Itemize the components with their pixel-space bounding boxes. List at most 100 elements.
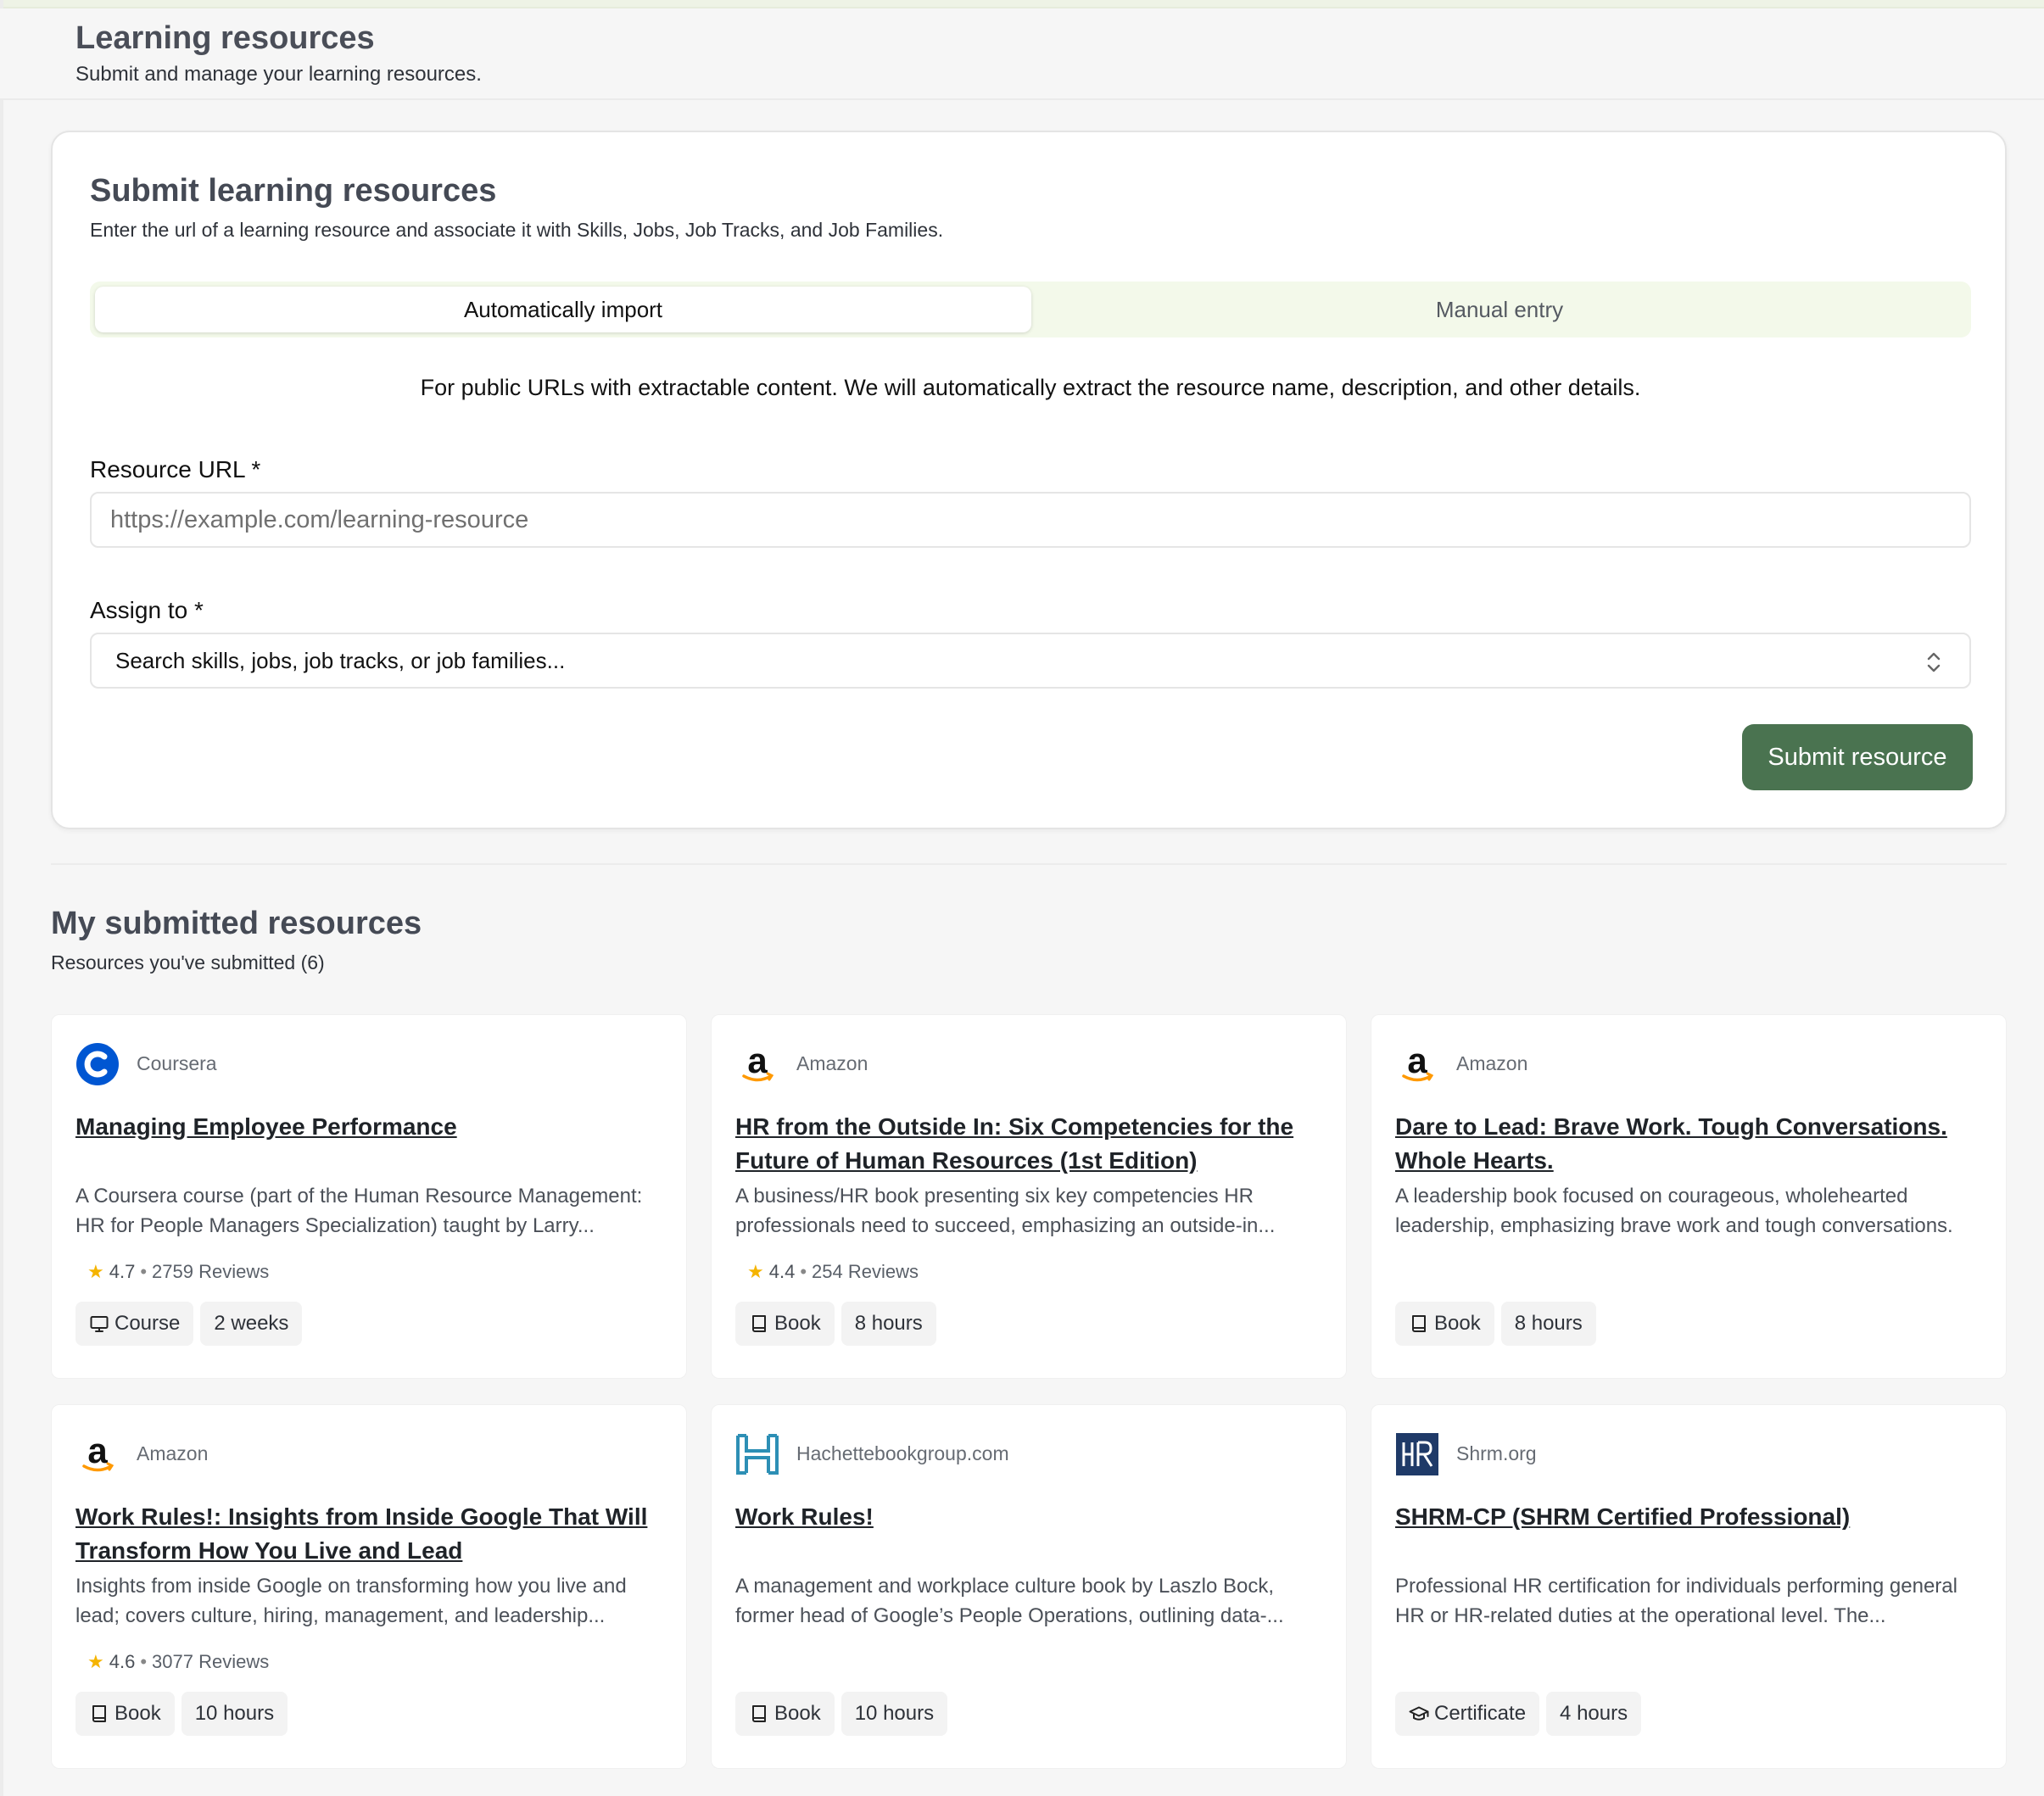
resource-duration-badge: 2 weeks <box>200 1302 303 1346</box>
amazon-logo-icon: a <box>75 1432 120 1476</box>
book-icon <box>92 1705 106 1722</box>
import-note: For public URLs with extractable content… <box>420 375 1641 400</box>
book-icon <box>752 1705 766 1722</box>
resource-type-badge: Book <box>75 1692 175 1736</box>
resource-duration-badge: 10 hours <box>181 1692 288 1736</box>
resource-type-badge: Book <box>735 1692 835 1736</box>
resource-provider: Amazon <box>796 1052 868 1074</box>
resource-title-link[interactable]: Managing Employee Performance <box>75 1110 661 1144</box>
resource-type: Course <box>114 1312 181 1335</box>
resource-duration-badge: 8 hours <box>840 1302 936 1346</box>
assign-to-select[interactable]: Search skills, jobs, job tracks, or job … <box>90 633 1971 689</box>
book-icon <box>1412 1315 1426 1332</box>
resource-description: A leadership book focused on courageous,… <box>1395 1185 1953 1237</box>
resource-type: Certificate <box>1434 1702 1527 1725</box>
resource-provider: Hachettebookgroup.com <box>796 1442 1009 1464</box>
resource-type-badge: Book <box>1395 1302 1494 1346</box>
resource-title-link[interactable]: Work Rules! <box>735 1500 1321 1534</box>
resource-badges: Book 10 hours <box>735 1692 948 1736</box>
shrm-logo-icon <box>1395 1432 1439 1476</box>
resource-card[interactable]: Hachettebookgroup.com Work Rules! A mana… <box>711 1404 1347 1769</box>
page-title: Learning resources <box>75 20 375 56</box>
graduation-cap-icon <box>1409 1706 1429 1721</box>
resource-type: Book <box>774 1702 821 1725</box>
submit-card-title: Submit learning resources <box>90 173 497 209</box>
rating-value: 4.4 <box>768 1261 796 1282</box>
resource-description: A Coursera course (part of the Human Res… <box>75 1185 643 1237</box>
amazon-logo-icon: a <box>1395 1042 1439 1086</box>
resource-description: A management and workplace culture book … <box>735 1575 1284 1627</box>
resource-card[interactable]: Shrm.org SHRM-CP (SHRM Certified Profess… <box>1371 1404 2007 1769</box>
resource-duration-badge: 10 hours <box>840 1692 948 1736</box>
submit-card-description: Enter the url of a learning resource and… <box>90 219 944 241</box>
review-count: 2759 Reviews <box>152 1261 270 1282</box>
resource-type-badge: Certificate <box>1395 1692 1540 1736</box>
resource-badges: Book 8 hours <box>735 1302 936 1346</box>
svg-text:a: a <box>1407 1042 1427 1080</box>
page-subtitle: Submit and manage your learning resource… <box>75 63 482 86</box>
resource-card[interactable]: a Amazon Dare to Lead: Brave Work. Tough… <box>1371 1014 2007 1379</box>
monitor-icon <box>90 1316 109 1332</box>
resource-card[interactable]: a Amazon HR from the Outside In: Six Com… <box>711 1014 1347 1379</box>
tab-manual-entry[interactable]: Manual entry <box>1031 287 1968 332</box>
resource-provider: Shrm.org <box>1456 1442 1537 1464</box>
resource-description: Insights from inside Google on transform… <box>75 1575 627 1627</box>
resource-provider: Amazon <box>1456 1052 1528 1074</box>
entry-mode-tabs: Automatically import Manual entry <box>90 282 1971 337</box>
amazon-logo-icon: a <box>735 1042 779 1086</box>
submit-resource-button[interactable]: Submit resource <box>1742 724 1973 790</box>
svg-text:a: a <box>747 1042 768 1080</box>
resource-rating: ★ 4.4 • 254 Reviews <box>747 1261 919 1283</box>
resource-badges: Book 8 hours <box>1395 1302 1596 1346</box>
separator-dot: • <box>140 1261 148 1282</box>
resource-card[interactable]: a Amazon Work Rules!: Insights from Insi… <box>51 1404 687 1769</box>
coursera-logo-icon <box>75 1042 120 1086</box>
review-count: 254 Reviews <box>812 1261 919 1282</box>
resource-description: A business/HR book presenting six key co… <box>735 1185 1276 1237</box>
left-border <box>0 0 3 1796</box>
resource-type-badge: Course <box>75 1302 194 1346</box>
rating-value: 4.7 <box>109 1261 136 1282</box>
resource-badges: Course 2 weeks <box>75 1302 303 1346</box>
book-icon <box>752 1315 766 1332</box>
section-divider <box>51 863 2007 865</box>
resource-description: Professional HR certification for indivi… <box>1395 1575 1957 1627</box>
resource-type-badge: Book <box>735 1302 835 1346</box>
hachette-logo-icon <box>735 1432 779 1476</box>
resource-card[interactable]: Coursera Managing Employee Performance A… <box>51 1014 687 1379</box>
assign-to-label: Assign to * <box>90 597 204 623</box>
resource-badges: Certificate 4 hours <box>1395 1692 1642 1736</box>
resource-provider: Amazon <box>137 1442 209 1464</box>
resource-title-link[interactable]: SHRM-CP (SHRM Certified Professional) <box>1395 1500 1980 1534</box>
page-header: Learning resources Submit and manage you… <box>0 8 2044 100</box>
resource-rating: ★ 4.6 • 3077 Reviews <box>87 1651 269 1673</box>
separator-dot: • <box>800 1261 807 1282</box>
top-accent-line <box>0 0 2044 8</box>
star-icon: ★ <box>747 1261 764 1282</box>
submit-resources-card: Submit learning resources Enter the url … <box>51 131 2007 829</box>
resource-title-link[interactable]: HR from the Outside In: Six Competencies… <box>735 1110 1321 1178</box>
resource-title-link[interactable]: Work Rules!: Insights from Inside Google… <box>75 1500 661 1568</box>
submitted-resources-title: My submitted resources <box>51 906 422 941</box>
review-count: 3077 Reviews <box>152 1651 270 1672</box>
star-icon: ★ <box>87 1261 104 1282</box>
resource-url-input[interactable] <box>90 492 1971 548</box>
star-icon: ★ <box>87 1651 104 1672</box>
resource-duration-badge: 4 hours <box>1546 1692 1642 1736</box>
resource-rating: ★ 4.7 • 2759 Reviews <box>87 1261 269 1283</box>
resource-type: Book <box>774 1312 821 1335</box>
assign-to-placeholder: Search skills, jobs, job tracks, or job … <box>115 647 566 673</box>
separator-dot: • <box>140 1651 148 1672</box>
rating-value: 4.6 <box>109 1651 136 1672</box>
resource-badges: Book 10 hours <box>75 1692 288 1736</box>
resource-duration-badge: 8 hours <box>1500 1302 1596 1346</box>
submitted-resources-count: Resources you've submitted (6) <box>51 951 325 973</box>
tab-automatically-import[interactable]: Automatically import <box>95 287 1031 332</box>
chevron-up-down-icon <box>1927 652 1941 672</box>
svg-text:a: a <box>87 1432 108 1470</box>
resource-type: Book <box>1434 1312 1481 1335</box>
resource-url-label: Resource URL * <box>90 456 261 482</box>
resource-type: Book <box>114 1702 161 1725</box>
resource-provider: Coursera <box>137 1052 217 1074</box>
resource-title-link[interactable]: Dare to Lead: Brave Work. Tough Conversa… <box>1395 1110 1980 1178</box>
